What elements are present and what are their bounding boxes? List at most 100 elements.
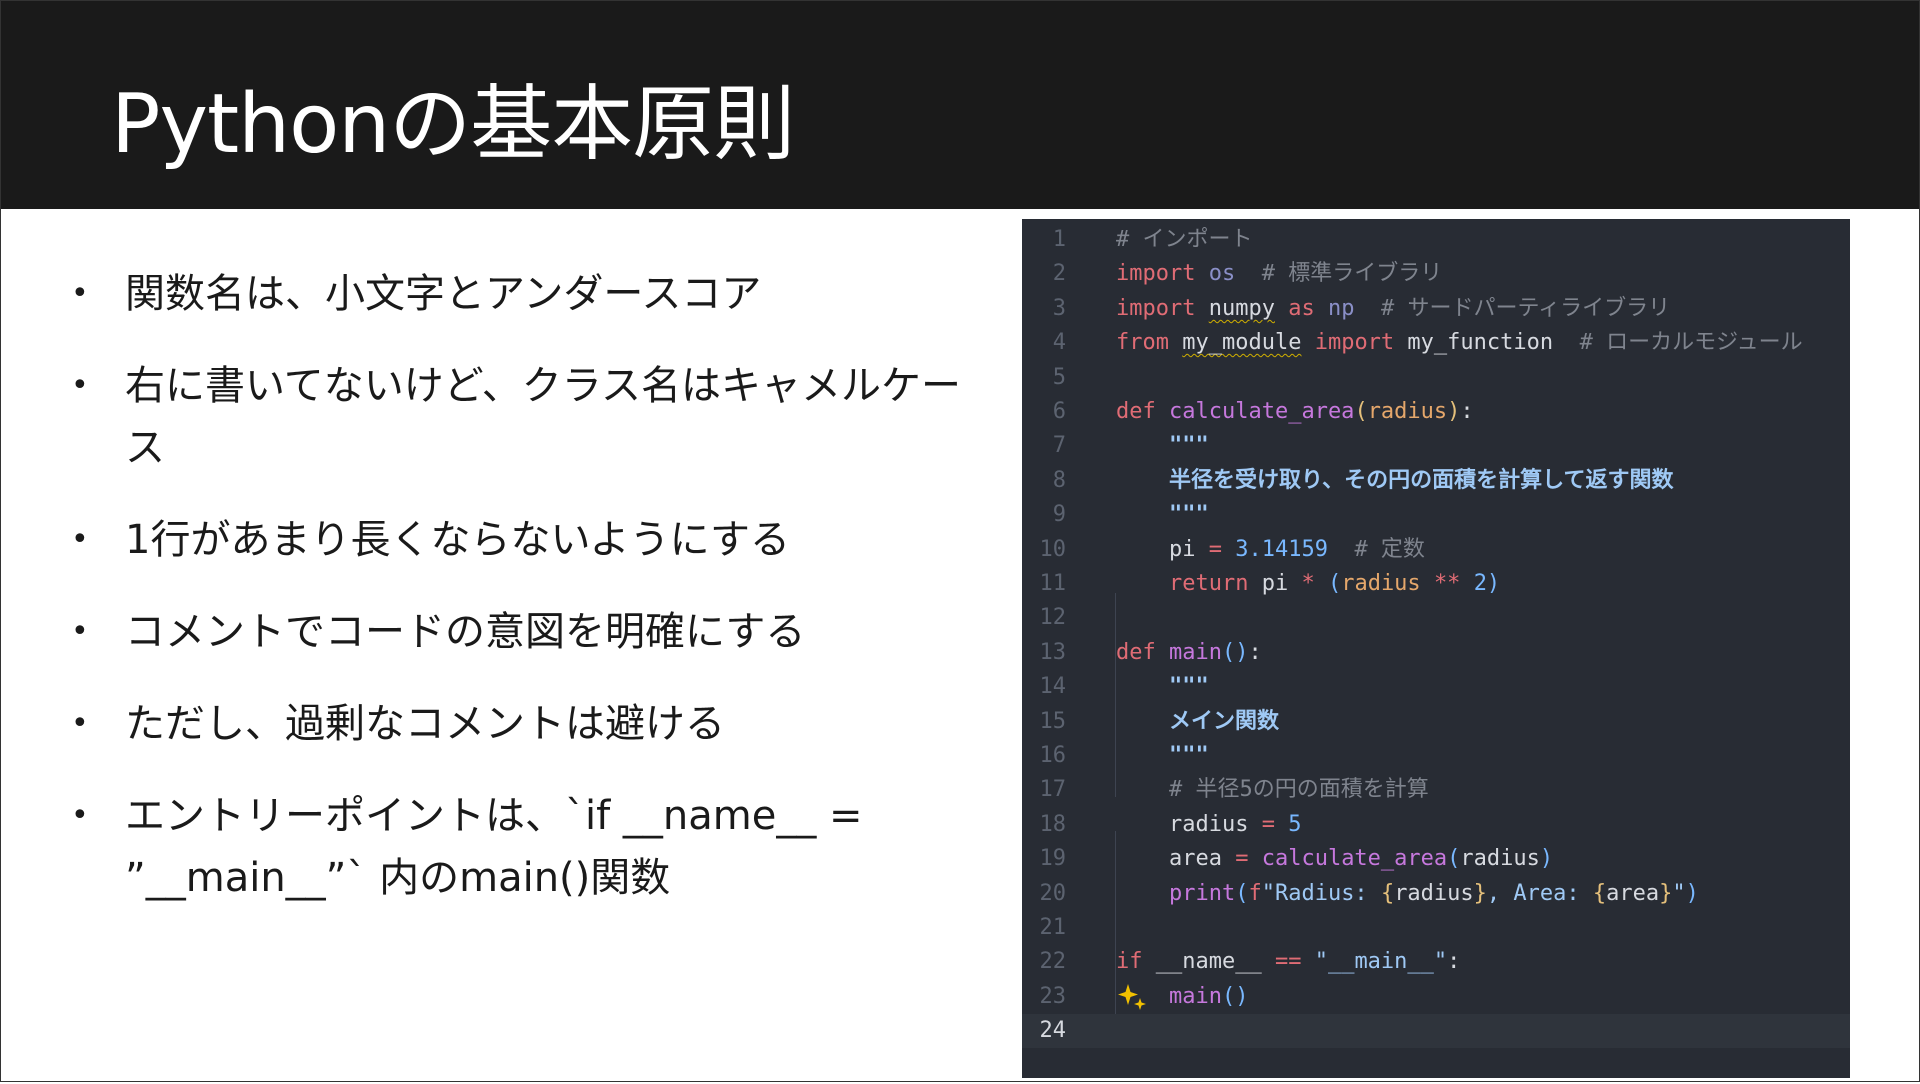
sparkle-icon[interactable] [1116, 980, 1150, 1014]
bullet-item: • エントリーポイントは、`if __name__ = ”__main__”` 内… [61, 785, 981, 909]
code-line: 12 [1022, 601, 1850, 635]
code-token: __name__ [1142, 949, 1275, 975]
line-number: 16 [1039, 743, 1067, 768]
code-token: if [1116, 949, 1143, 975]
bullet-item: • 1行があまり長くならないようにする [61, 509, 981, 571]
code-line: 2 import os # 標準ライブラリ [1022, 257, 1850, 291]
code-token: """ [1168, 743, 1209, 768]
code-token: { [1592, 880, 1607, 906]
code-token: " [1672, 880, 1686, 906]
line-number: 8 [1052, 467, 1066, 493]
code-token: """ [1168, 433, 1209, 459]
line-number: 11 [1039, 571, 1067, 596]
code-token: calculate_area [1261, 846, 1448, 872]
bullet-text: エントリーポイントは、`if __name__ = ”__main__”` 内の… [125, 793, 863, 901]
code-token: import [1116, 295, 1196, 321]
code-text: import numpy as np # サードパーティライブラリ [1116, 292, 1670, 326]
code-text: print(f"Radius: {radius}, Area: {area}") [1116, 877, 1699, 911]
code-line: 1 # インポート [1022, 223, 1850, 257]
code-token: np [1327, 295, 1355, 321]
code-token: ) [1447, 399, 1461, 424]
code-text: if __name__ == "__main__": [1116, 945, 1460, 979]
code-line: 17 # 半径5の円の面積を計算 [1022, 773, 1850, 807]
code-token: # 半径5の円の面積を計算 [1168, 777, 1429, 803]
code-text: area = calculate_area(radius) [1116, 842, 1553, 876]
code-token: area [1116, 846, 1236, 872]
code-token: # サードパーティライブラリ [1380, 295, 1671, 321]
code-token: 半径を受け取り、その円の面積を計算して返す関数 [1168, 467, 1674, 493]
line-number: 10 [1039, 536, 1067, 562]
line-number: 14 [1039, 674, 1067, 700]
code-token: def [1116, 639, 1156, 665]
code-line: 3 import numpy as np # サードパーティライブラリ [1022, 292, 1850, 326]
code-token: } [1473, 880, 1487, 906]
line-number: 7 [1052, 433, 1066, 459]
code-editor-screenshot: 1 # インポート 2 import os # 標準ライブラリ 3 import nump… [1022, 219, 1850, 1078]
code-text: """ [1116, 670, 1209, 704]
code-token: """ [1168, 502, 1209, 528]
bullet-marker: • [71, 522, 89, 557]
code-token: pi [1248, 571, 1302, 596]
code-token: ( [1354, 399, 1368, 424]
code-text: radius = 5 [1116, 808, 1301, 842]
line-number: 13 [1039, 639, 1067, 665]
code-line: 7 """ [1022, 429, 1850, 463]
code-line: 9 """ [1022, 498, 1850, 532]
code-token: radius [1460, 846, 1540, 872]
code-line: 16 """ [1022, 739, 1850, 773]
code-token: * [1301, 571, 1315, 596]
bullet-marker: • [71, 706, 89, 741]
code-token: == [1274, 949, 1302, 975]
code-text: # インポート [1116, 223, 1253, 257]
bullet-text: 関数名は、小文字とアンダースコア [125, 271, 762, 317]
bullet-text: コメントでコードの意図を明確にする [125, 609, 806, 655]
code-token: () [1221, 639, 1249, 665]
bullet-marker: • [71, 368, 89, 403]
line-number: 22 [1039, 949, 1067, 975]
code-text: """ [1116, 498, 1209, 532]
code-token: # インポート [1116, 227, 1253, 252]
code-token: ) [1685, 880, 1699, 906]
code-token: : [1248, 639, 1262, 665]
line-number: 4 [1052, 330, 1066, 356]
code-token: radius [1394, 880, 1474, 906]
code-token: メイン関数 [1168, 708, 1279, 734]
code-token: os [1208, 261, 1236, 287]
line-number: 24 [1039, 1018, 1067, 1044]
bullet-item: • ただし、過剰なコメントは避ける [61, 693, 981, 755]
code-line: 4 from my_module import my_function # ローカ… [1022, 326, 1850, 360]
code-token: , Area: [1486, 880, 1593, 906]
code-token: # 標準ライブラリ [1261, 261, 1443, 287]
code-token: : [1447, 949, 1461, 975]
code-token: "__main__" [1314, 949, 1448, 975]
bullet-marker: • [71, 276, 89, 311]
code-line: 6 def calculate_area(radius): [1022, 395, 1850, 429]
code-line: 18 radius = 5 [1022, 808, 1850, 842]
code-token: radius [1341, 571, 1421, 596]
code-token: import [1314, 330, 1395, 356]
code-token: radius [1116, 811, 1262, 837]
code-line: 5 [1022, 361, 1850, 395]
line-number: 23 [1039, 983, 1067, 1009]
line-number: 3 [1052, 295, 1066, 321]
code-line: 13 def main(): [1022, 636, 1850, 670]
code-token: return [1168, 571, 1249, 596]
code-line: 22 if __name__ == "__main__": [1022, 945, 1850, 979]
code-line: 20 print(f"Radius: {radius}, Area: {area… [1022, 877, 1850, 911]
code-text: # 半径5の円の面積を計算 [1116, 773, 1429, 807]
bullet-item: • 関数名は、小文字とアンダースコア [61, 263, 981, 325]
code-line: 10 pi = 3.14159 # 定数 [1022, 533, 1850, 567]
code-text: """ [1116, 739, 1209, 773]
code-token: ( [1447, 846, 1461, 872]
code-token: as [1288, 295, 1315, 321]
code-token: main [1169, 639, 1222, 665]
